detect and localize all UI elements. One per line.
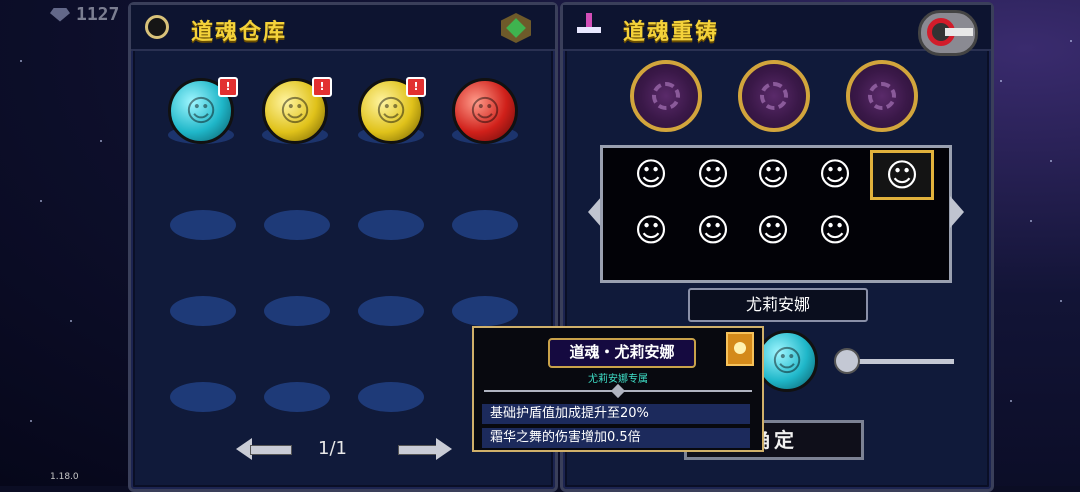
empty-soul-slot[interactable] <box>452 210 518 240</box>
character-portrait[interactable]: ☺ <box>748 206 798 254</box>
gem-icon <box>50 7 70 22</box>
character-portrait[interactable]: ☺ <box>626 150 676 198</box>
star <box>30 420 32 422</box>
star <box>1000 80 1002 82</box>
star <box>70 320 72 322</box>
storage-header: 道魂仓库 <box>131 5 555 51</box>
reforge-socket[interactable] <box>846 60 918 132</box>
character-portrait[interactable]: ☺ <box>688 206 738 254</box>
character-portrait[interactable]: ☺ <box>810 206 860 254</box>
star <box>1060 300 1062 302</box>
tooltip-subtitle: 尤莉安娜专属 <box>588 374 648 385</box>
gem-sort-icon[interactable] <box>501 13 531 43</box>
empty-soul-slot[interactable] <box>264 382 330 412</box>
star <box>20 60 22 62</box>
exit-button[interactable] <box>918 10 978 56</box>
empty-soul-slot[interactable] <box>358 210 424 240</box>
version-label: 1.18.0 <box>50 472 79 482</box>
character-portrait[interactable]: ☺ <box>688 150 738 198</box>
character-name-plate: 尤莉安娜 <box>688 288 868 322</box>
storage-title: 道魂仓库 <box>191 20 288 45</box>
star <box>1050 160 1052 162</box>
portrait-next-arrow[interactable] <box>950 196 964 228</box>
divider <box>484 390 752 392</box>
tooltip-effect: 基础护盾值加成提升至20% <box>482 404 750 424</box>
star <box>1030 220 1032 222</box>
prev-page-button[interactable] <box>236 438 292 460</box>
soul-orb-red[interactable]: ☺ <box>452 78 518 144</box>
reforge-icon <box>575 13 603 41</box>
empty-soul-slot[interactable] <box>170 296 236 326</box>
new-badge: ! <box>406 77 426 97</box>
empty-soul-slot[interactable] <box>170 382 236 412</box>
star <box>40 200 42 202</box>
empty-soul-slot[interactable] <box>170 210 236 240</box>
reforge-title: 道魂重铸 <box>623 20 720 45</box>
result-soul-orb[interactable]: ☺ <box>756 330 818 392</box>
empty-soul-slot[interactable] <box>264 210 330 240</box>
empty-soul-slot[interactable] <box>358 382 424 412</box>
reforge-socket[interactable] <box>630 60 702 132</box>
reforge-socket[interactable] <box>738 60 810 132</box>
empty-soul-slot[interactable] <box>264 296 330 326</box>
character-portrait[interactable]: ☺ <box>748 150 798 198</box>
tooltip-effect: 霜华之舞的伤害增加0.5倍 <box>482 428 750 448</box>
arrow-right-icon <box>436 438 452 460</box>
ring-icon <box>145 15 169 39</box>
key-icon <box>834 346 964 376</box>
character-portrait[interactable]: ☺ <box>626 206 676 254</box>
sun-rune-icon <box>726 332 754 366</box>
page-indicator: 1/1 <box>318 438 347 459</box>
star <box>1010 400 1012 402</box>
empty-soul-slot[interactable] <box>358 296 424 326</box>
character-portrait-selected[interactable]: ☺ <box>870 150 934 200</box>
empty-soul-slot[interactable] <box>452 296 518 326</box>
gem-currency: 1127 <box>50 4 119 25</box>
new-badge: ! <box>218 77 238 97</box>
soul-tooltip: 道魂・尤莉安娜 尤莉安娜专属 基础护盾值加成提升至20% 霜华之舞的伤害增加0.… <box>472 326 764 452</box>
tooltip-title: 道魂・尤莉安娜 <box>548 338 696 368</box>
star <box>100 140 102 142</box>
character-portrait[interactable]: ☺ <box>810 150 860 198</box>
new-badge: ! <box>312 77 332 97</box>
next-page-button[interactable] <box>396 438 452 460</box>
star <box>1070 40 1072 42</box>
gem-count: 1127 <box>76 4 120 25</box>
